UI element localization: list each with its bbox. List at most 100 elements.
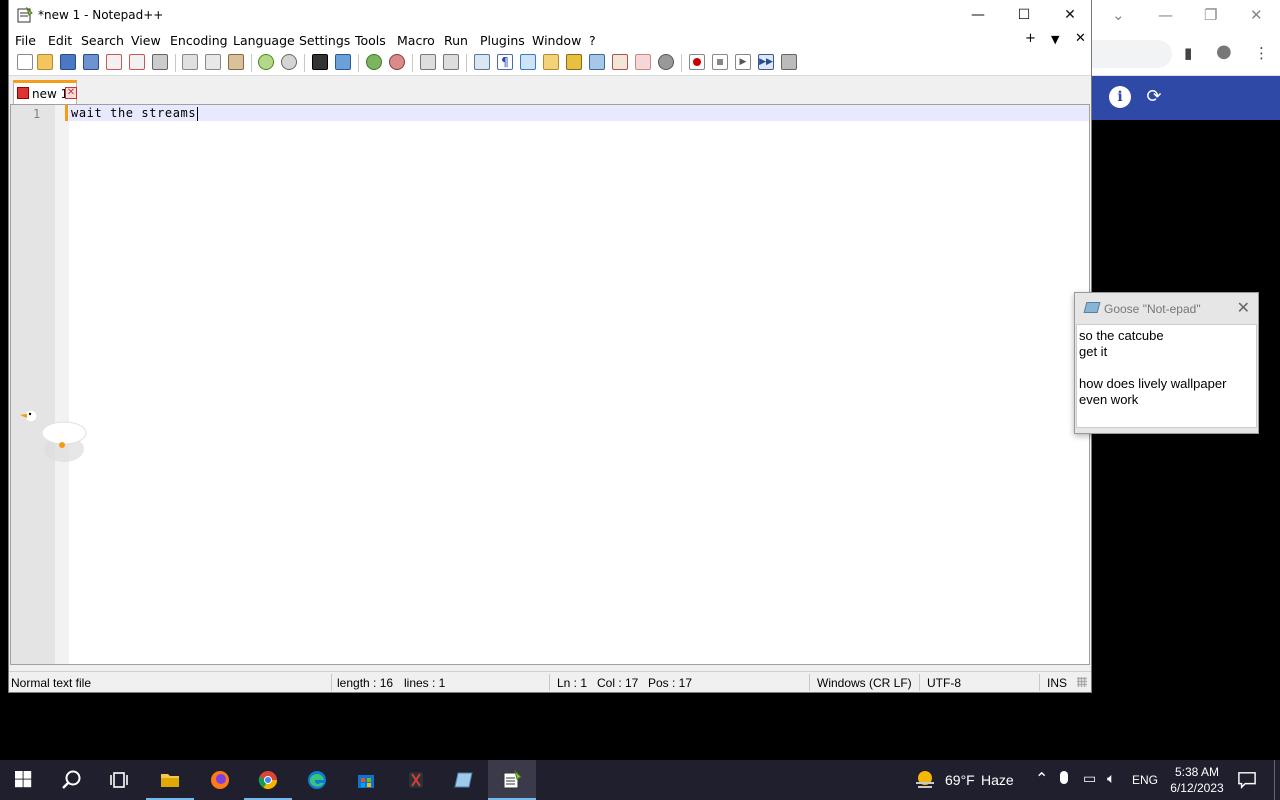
function-list-icon[interactable] — [612, 54, 628, 70]
edge-button[interactable] — [293, 760, 341, 800]
task-view-button[interactable] — [96, 760, 144, 800]
play-multiple-macro-icon[interactable]: ▶▶ — [758, 54, 774, 70]
folder-workspace-icon[interactable] — [635, 54, 651, 70]
chrome-button[interactable] — [244, 760, 292, 800]
new-file-icon[interactable] — [17, 54, 33, 70]
menu-window[interactable]: Window — [532, 33, 581, 48]
tab-new-1[interactable]: new 1 ✕ — [13, 80, 77, 104]
network-icon[interactable]: ▭ — [1083, 771, 1096, 787]
chevron-up-icon[interactable]: ⌃ — [1035, 769, 1048, 788]
redo-icon[interactable] — [281, 54, 297, 70]
search-button[interactable] — [48, 760, 96, 800]
start-button[interactable] — [0, 760, 48, 800]
status-lines: lines : 1 — [404, 676, 446, 690]
file-explorer-button[interactable] — [146, 760, 194, 800]
menu-edit[interactable]: Edit — [48, 33, 72, 48]
editor-line[interactable]: wait the streams — [71, 106, 199, 121]
language-indicator[interactable]: ENG — [1132, 773, 1158, 787]
clock[interactable]: 5:38 AM 6/12/2023 — [1163, 764, 1231, 796]
volume-icon[interactable]: 🔈︎ — [1107, 771, 1115, 787]
window-titlebar: *new 1 - Notepad++ — ☐ ✕ — [9, 0, 1091, 30]
close-all-icon[interactable] — [129, 54, 145, 70]
text-editor[interactable]: 1 wait the streams — [10, 104, 1090, 665]
save-icon[interactable] — [60, 54, 76, 70]
doc-map-icon[interactable] — [566, 54, 582, 70]
close-icon[interactable]: ✕ — [1237, 298, 1250, 317]
print-icon[interactable] — [152, 54, 168, 70]
open-file-icon[interactable] — [37, 54, 53, 70]
play-macro-icon[interactable]: ▶ — [735, 54, 751, 70]
more-menu-icon[interactable]: ⋮ — [1254, 44, 1269, 62]
menu-run[interactable]: Run — [444, 33, 468, 48]
weather-temp[interactable]: 69°F — [945, 772, 975, 788]
address-bar[interactable] — [1092, 40, 1172, 68]
close-button[interactable]: ✕ — [1047, 0, 1093, 30]
status-file-type: Normal text file — [11, 676, 92, 690]
replace-icon[interactable] — [335, 54, 351, 70]
menu-plugins[interactable]: Plugins — [480, 33, 525, 48]
paste-icon[interactable] — [228, 54, 244, 70]
menu-encoding[interactable]: Encoding — [170, 33, 228, 48]
find-icon[interactable] — [312, 54, 328, 70]
sync-vertical-icon[interactable] — [420, 54, 436, 70]
info-icon[interactable]: i — [1109, 86, 1131, 108]
copy-icon[interactable] — [205, 54, 221, 70]
restore-icon[interactable]: ❐ — [1204, 6, 1217, 24]
stop-macro-icon[interactable] — [712, 54, 728, 70]
snipping-tool-button[interactable] — [392, 760, 440, 800]
notifications-icon[interactable] — [1238, 771, 1256, 789]
tab-list-dropdown[interactable]: ▼ — [1051, 33, 1059, 46]
save-macro-icon[interactable] — [781, 54, 797, 70]
note-text[interactable]: so the catcube get it how does lively wa… — [1076, 324, 1257, 428]
goose-sprite[interactable] — [18, 405, 88, 465]
zoom-out-icon[interactable] — [389, 54, 405, 70]
word-wrap-icon[interactable] — [474, 54, 490, 70]
cut-icon[interactable] — [182, 54, 198, 70]
monitoring-icon[interactable] — [658, 54, 674, 70]
undo-icon[interactable] — [258, 54, 274, 70]
close-file-icon[interactable] — [106, 54, 122, 70]
line-number-gutter: 1 — [11, 105, 69, 664]
menu-macro[interactable]: Macro — [397, 33, 435, 48]
sync-horizontal-icon[interactable] — [443, 54, 459, 70]
define-language-icon[interactable] — [543, 54, 559, 70]
doc-list-icon[interactable] — [589, 54, 605, 70]
indent-guide-icon[interactable] — [520, 54, 536, 70]
sidebar-icon[interactable]: ▮ — [1184, 44, 1192, 62]
tab-close-icon[interactable]: ✕ — [65, 87, 77, 99]
maximize-button[interactable]: ☐ — [1001, 0, 1047, 30]
weather-condition[interactable]: Haze — [981, 772, 1014, 788]
menu-tools[interactable]: Tools — [355, 33, 386, 48]
record-macro-icon[interactable] — [689, 54, 705, 70]
firefox-button[interactable] — [196, 760, 244, 800]
window-title: *new 1 - Notepad++ — [38, 8, 164, 22]
menu-settings[interactable]: Settings — [299, 33, 350, 48]
store-button[interactable] — [342, 760, 390, 800]
menu-search[interactable]: Search — [81, 33, 124, 48]
zoom-in-icon[interactable] — [366, 54, 382, 70]
close-document-button[interactable]: ✕ — [1075, 31, 1086, 46]
minimize-icon[interactable]: — — [1158, 6, 1173, 24]
menu-help[interactable]: ? — [589, 33, 596, 48]
goose-note-window[interactable]: Goose "Not-epad" ✕ so the catcube get it… — [1074, 292, 1259, 434]
resize-grip-icon[interactable] — [1077, 677, 1087, 687]
show-desktop-button[interactable] — [1274, 760, 1275, 800]
new-tab-button[interactable]: + — [1025, 31, 1036, 46]
status-eol: Windows (CR LF) — [817, 676, 912, 690]
refresh-icon[interactable]: ⟳ — [1143, 86, 1165, 108]
menu-file[interactable]: File — [15, 33, 36, 48]
notepad-plus-plus-button[interactable] — [488, 760, 536, 800]
browser-titlebar: ⌄ — ❐ ✕ — [1092, 0, 1280, 30]
weather-icon[interactable] — [913, 768, 937, 792]
chevron-down-icon[interactable]: ⌄ — [1112, 6, 1125, 24]
show-all-chars-icon[interactable]: ¶ — [497, 54, 513, 70]
close-icon[interactable]: ✕ — [1250, 6, 1263, 24]
menu-language[interactable]: Language — [233, 33, 295, 48]
note-titlebar[interactable]: Goose "Not-epad" ✕ — [1075, 293, 1258, 323]
profile-icon[interactable]: ● — [1216, 41, 1232, 62]
minimize-button[interactable]: — — [955, 0, 1001, 30]
save-all-icon[interactable] — [83, 54, 99, 70]
goose-notepad-button[interactable] — [440, 760, 488, 800]
menu-view[interactable]: View — [131, 33, 161, 48]
microphone-icon[interactable] — [1060, 771, 1068, 784]
